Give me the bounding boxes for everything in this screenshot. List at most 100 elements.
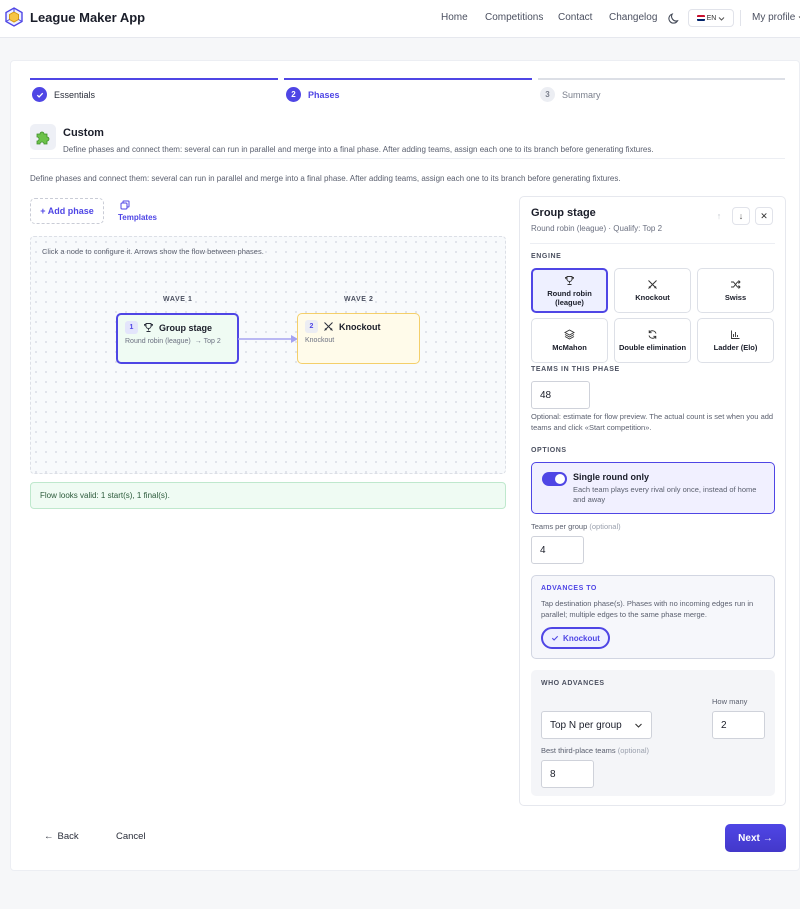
pill-label: Knockout <box>563 633 600 643</box>
nav-changelog[interactable]: Changelog <box>609 12 657 23</box>
optional-hint: (optional) <box>617 746 649 755</box>
wave-label: WAVE 2 <box>344 296 374 303</box>
node-engine: Knockout <box>305 337 335 344</box>
step-essentials[interactable]: Essentials <box>32 87 95 102</box>
teams-per-group-label: Teams per group (optional) <box>531 522 621 531</box>
next-label: Next <box>738 832 760 844</box>
chevron-down-icon <box>718 15 725 22</box>
engine-section-label: ENGINE <box>531 253 562 260</box>
select-value: Top N per group <box>550 719 622 731</box>
field-label: Best third-place teams <box>541 746 616 755</box>
nav-home[interactable]: Home <box>441 12 468 23</box>
format-description: Define phases and connect them: several … <box>63 145 654 154</box>
language-label: EN <box>706 14 717 22</box>
field-label: Teams per group <box>531 522 588 531</box>
flag-icon <box>696 15 705 21</box>
engine-swiss[interactable]: Swiss <box>697 268 774 313</box>
nav-competitions[interactable]: Competitions <box>485 12 543 23</box>
step-number: 2 <box>286 87 301 102</box>
step-summary[interactable]: 3 Summary <box>540 87 601 102</box>
engine-mcmahon[interactable]: McMahon <box>531 318 608 363</box>
trophy-icon <box>564 275 575 286</box>
engine-label: Knockout <box>635 293 670 302</box>
engine-label: Swiss <box>724 293 747 302</box>
flow-validation-status: Flow looks valid: 1 start(s), 1 final(s)… <box>30 482 506 509</box>
profile-menu[interactable]: My profile <box>752 12 800 23</box>
engine-label: Ladder (Elo) <box>713 343 758 352</box>
advance-mode-select[interactable]: Top N per group <box>541 711 652 739</box>
teams-count-input[interactable]: 48 <box>531 381 590 409</box>
arrow-down-icon: ↓ <box>738 211 744 221</box>
flow-node-group-stage[interactable]: 1 Group stage Round robin (league) → Top… <box>116 313 239 364</box>
teams-section-label: TEAMS IN THIS PHASE <box>531 366 620 373</box>
engine-label: Round robin (league) <box>547 288 592 307</box>
copy-icon <box>120 200 130 210</box>
single-round-toggle[interactable] <box>542 472 567 486</box>
add-phase-button[interactable]: + Add phase <box>30 198 104 224</box>
top-navbar: League Maker App Home Competitions Conta… <box>0 0 800 38</box>
engine-double-elimination[interactable]: Double elimination <box>614 318 691 363</box>
node-qualify: → Top 2 <box>194 338 221 345</box>
cancel-button[interactable]: Cancel <box>116 831 146 842</box>
templates-button[interactable]: Templates <box>118 200 160 222</box>
app-logo-icon <box>4 7 24 27</box>
format-title: Custom <box>63 127 104 139</box>
nav-contact[interactable]: Contact <box>558 12 592 23</box>
brand[interactable]: League Maker App <box>4 7 145 27</box>
step-number: 3 <box>540 87 555 102</box>
language-select[interactable]: EN <box>688 9 734 27</box>
divider <box>530 243 775 244</box>
wave-label: WAVE 1 <box>163 296 193 303</box>
refresh-icon <box>647 329 658 340</box>
teams-help-text: Optional: estimate for flow preview. The… <box>531 412 774 432</box>
moon-icon[interactable] <box>668 11 682 25</box>
bar-chart-icon <box>730 329 741 340</box>
move-up-button[interactable]: ↑ <box>710 207 728 225</box>
step-label: Phases <box>308 89 340 100</box>
arrow-up-icon: ↑ <box>716 211 722 221</box>
teams-per-group-input[interactable]: 4 <box>531 536 584 564</box>
canvas-hint: Click a node to configure it. Arrows sho… <box>42 247 264 256</box>
toggle-knob <box>555 474 565 484</box>
flow-node-knockout[interactable]: 2 Knockout Knockout <box>297 313 420 364</box>
best-third-input[interactable]: 8 <box>541 760 594 788</box>
layers-icon <box>564 329 575 340</box>
node-engine: Round robin (league) <box>125 338 191 345</box>
puzzle-icon <box>30 124 56 150</box>
node-title: Knockout <box>339 321 381 332</box>
advance-target-knockout[interactable]: Knockout <box>541 627 610 649</box>
engine-label: McMahon <box>552 343 587 352</box>
divider <box>30 158 785 159</box>
divider <box>740 10 741 26</box>
flow-canvas[interactable] <box>30 236 506 474</box>
back-button[interactable]: ← Back <box>44 831 79 842</box>
optional-hint: (optional) <box>589 522 621 531</box>
arrow-right-icon: → <box>762 832 773 844</box>
check-icon <box>32 87 47 102</box>
trophy-icon <box>143 322 154 333</box>
engine-knockout[interactable]: Knockout <box>614 268 691 313</box>
arrow-left-icon: ← <box>44 831 54 842</box>
back-label: Back <box>57 831 79 842</box>
swords-icon <box>647 279 658 290</box>
next-button[interactable]: Next → <box>725 824 786 852</box>
single-round-description: Each team plays every rival only once, i… <box>573 485 757 505</box>
chevron-down-icon <box>634 721 643 730</box>
single-round-title: Single round only <box>573 472 649 482</box>
how-many-input[interactable]: 2 <box>712 711 765 739</box>
advances-to-description: Tap destination phase(s). Phases with no… <box>541 599 754 619</box>
node-number: 1 <box>125 321 138 334</box>
step-progress-phases <box>284 78 532 80</box>
move-down-button[interactable]: ↓ <box>732 207 750 225</box>
shuffle-icon <box>730 279 741 290</box>
options-section-label: OPTIONS <box>531 447 567 454</box>
step-phases[interactable]: 2 Phases <box>286 87 340 102</box>
engine-ladder[interactable]: Ladder (Elo) <box>697 318 774 363</box>
engine-round-robin[interactable]: Round robin (league) <box>531 268 608 313</box>
step-progress-summary <box>538 78 785 80</box>
app-title: League Maker App <box>30 9 146 25</box>
close-panel-button[interactable]: ✕ <box>755 207 773 225</box>
how-many-label: How many <box>712 697 748 706</box>
templates-label: Templates <box>118 213 157 222</box>
profile-label: My profile <box>752 12 796 23</box>
